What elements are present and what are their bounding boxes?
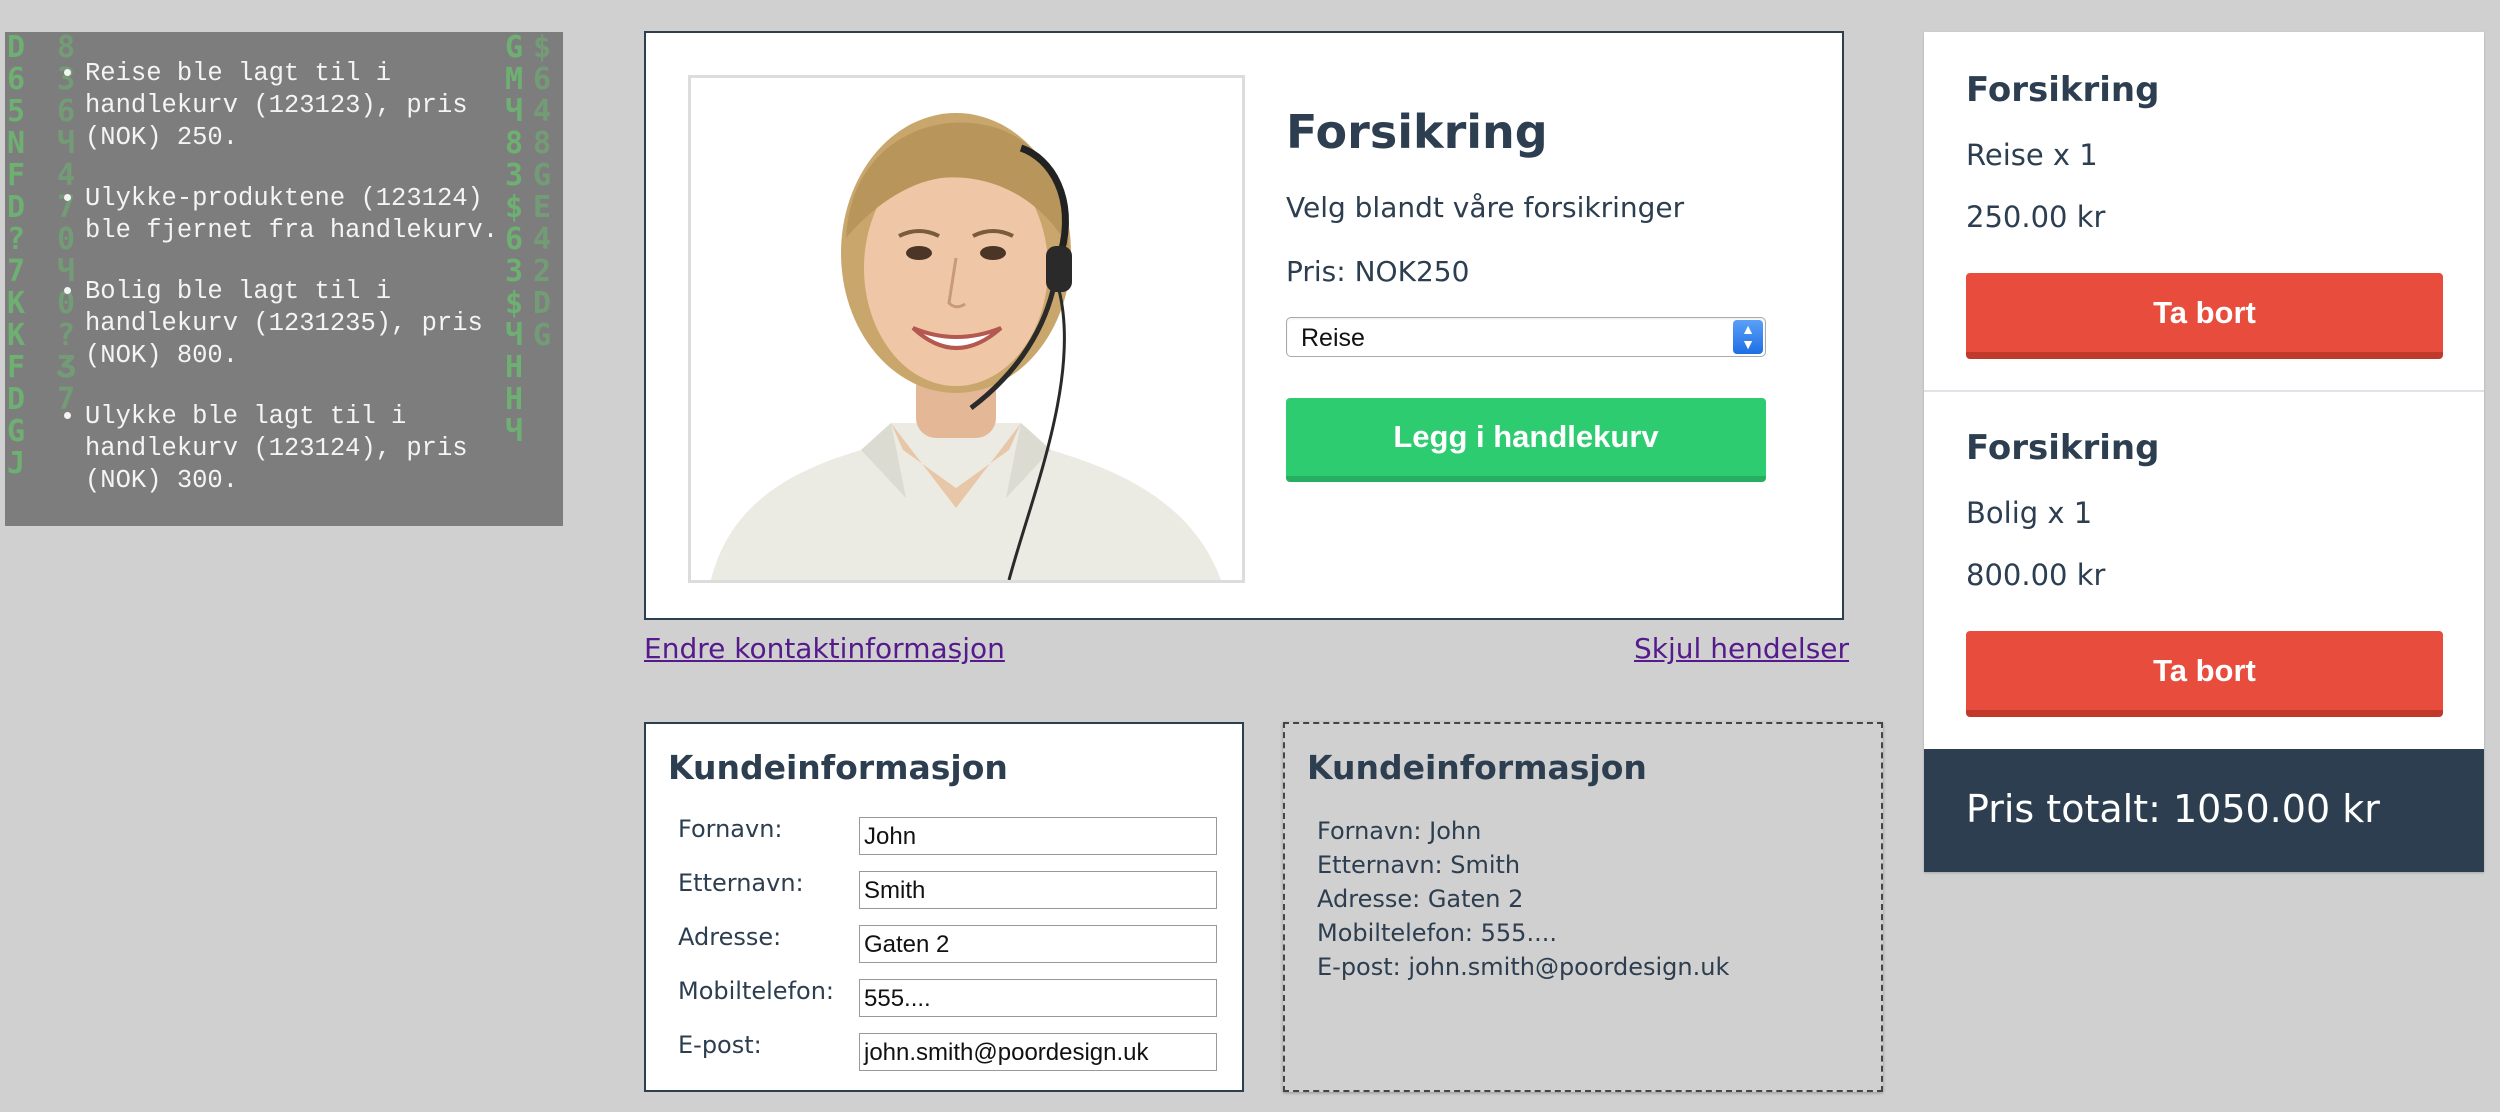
customer-preview-panel: Kundeinformasjon Fornavn: John Etternavn…	[1283, 722, 1883, 1092]
product-card: Forsikring Velg blandt våre forsikringer…	[644, 31, 1844, 620]
preview-email: E-post: john.smith@poordesign.uk	[1317, 953, 1730, 981]
add-to-cart-button[interactable]: Legg i handlekurv	[1286, 398, 1766, 482]
form-row-email: E-post: john.smith@poordesign.uk	[678, 1031, 1238, 1071]
customer-form-panel: Kundeinformasjon Fornavn: John Etternavn…	[644, 722, 1244, 1092]
cart-item-title: Forsikring	[1966, 428, 2160, 468]
event-list: Reise ble lagt til i handlekurv (123123)…	[5, 32, 563, 497]
cart-item-amount: 250.00 kr	[1966, 200, 2106, 234]
preview-mobile: Mobiltelefon: 555....	[1317, 919, 1557, 947]
cart-item-title: Forsikring	[1966, 70, 2160, 110]
preview-last-name: Etternavn: Smith	[1317, 851, 1521, 879]
product-photo	[688, 75, 1245, 583]
hide-events-link[interactable]: Skjul hendelser	[1634, 632, 1849, 665]
cart-item: Forsikring Bolig x 1 800.00 kr Ta bort	[1924, 390, 2484, 748]
product-price: Pris: NOK250	[1286, 255, 1470, 288]
cart-total: Pris totalt: 1050.00 kr	[1924, 749, 2484, 872]
cart-item-quantity: Reise x 1	[1966, 138, 2098, 172]
product-title: Forsikring	[1286, 105, 1548, 159]
preview-address: Adresse: Gaten 2	[1317, 885, 1524, 913]
cart-item-quantity: Bolig x 1	[1966, 496, 2093, 530]
shopping-cart: Forsikring Reise x 1 250.00 kr Ta bort F…	[1924, 32, 2484, 872]
insurance-type-select[interactable]: Reise ▲ ▼	[1286, 317, 1766, 357]
event-item: Reise ble lagt til i handlekurv (123123)…	[85, 58, 541, 154]
event-log-panel: D 6 5 N F D ? 7 K K F D G J 8 3 6 Ч 4 7 …	[5, 32, 563, 526]
cart-item: Forsikring Reise x 1 250.00 kr Ta bort	[1924, 32, 2484, 390]
form-row-first-name: Fornavn: John	[678, 815, 1238, 855]
preview-first-name: Fornavn: John	[1317, 817, 1482, 845]
first-name-label: Fornavn:	[678, 815, 783, 843]
form-row-address: Adresse: Gaten 2	[678, 923, 1238, 963]
chevron-up-down-icon: ▲ ▼	[1733, 320, 1763, 354]
email-input[interactable]: john.smith@poordesign.uk	[859, 1033, 1217, 1071]
form-row-last-name: Etternavn: Smith	[678, 869, 1238, 909]
event-item: Ulykke-produktene (123124) ble fjernet f…	[85, 183, 541, 247]
event-item: Ulykke ble lagt til i handlekurv (123124…	[85, 401, 541, 497]
customer-preview-title: Kundeinformasjon	[1307, 748, 1647, 787]
customer-form-title: Kundeinformasjon	[668, 748, 1008, 787]
first-name-input[interactable]: John	[859, 817, 1217, 855]
mobile-label: Mobiltelefon:	[678, 977, 834, 1005]
mobile-input[interactable]: 555....	[859, 979, 1217, 1017]
email-label: E-post:	[678, 1031, 762, 1059]
address-label: Adresse:	[678, 923, 782, 951]
form-row-mobile: Mobiltelefon: 555....	[678, 977, 1238, 1017]
last-name-input[interactable]: Smith	[859, 871, 1217, 909]
remove-item-button[interactable]: Ta bort	[1966, 273, 2443, 359]
event-item: Bolig ble lagt til i handlekurv (1231235…	[85, 276, 541, 372]
edit-contact-link[interactable]: Endre kontaktinformasjon	[644, 632, 1005, 665]
address-input[interactable]: Gaten 2	[859, 925, 1217, 963]
support-agent-image	[691, 78, 1242, 580]
cart-item-amount: 800.00 kr	[1966, 558, 2106, 592]
remove-item-button[interactable]: Ta bort	[1966, 631, 2443, 717]
product-description: Velg blandt våre forsikringer	[1286, 191, 1685, 224]
last-name-label: Etternavn:	[678, 869, 804, 897]
selected-option: Reise	[1301, 324, 1365, 352]
